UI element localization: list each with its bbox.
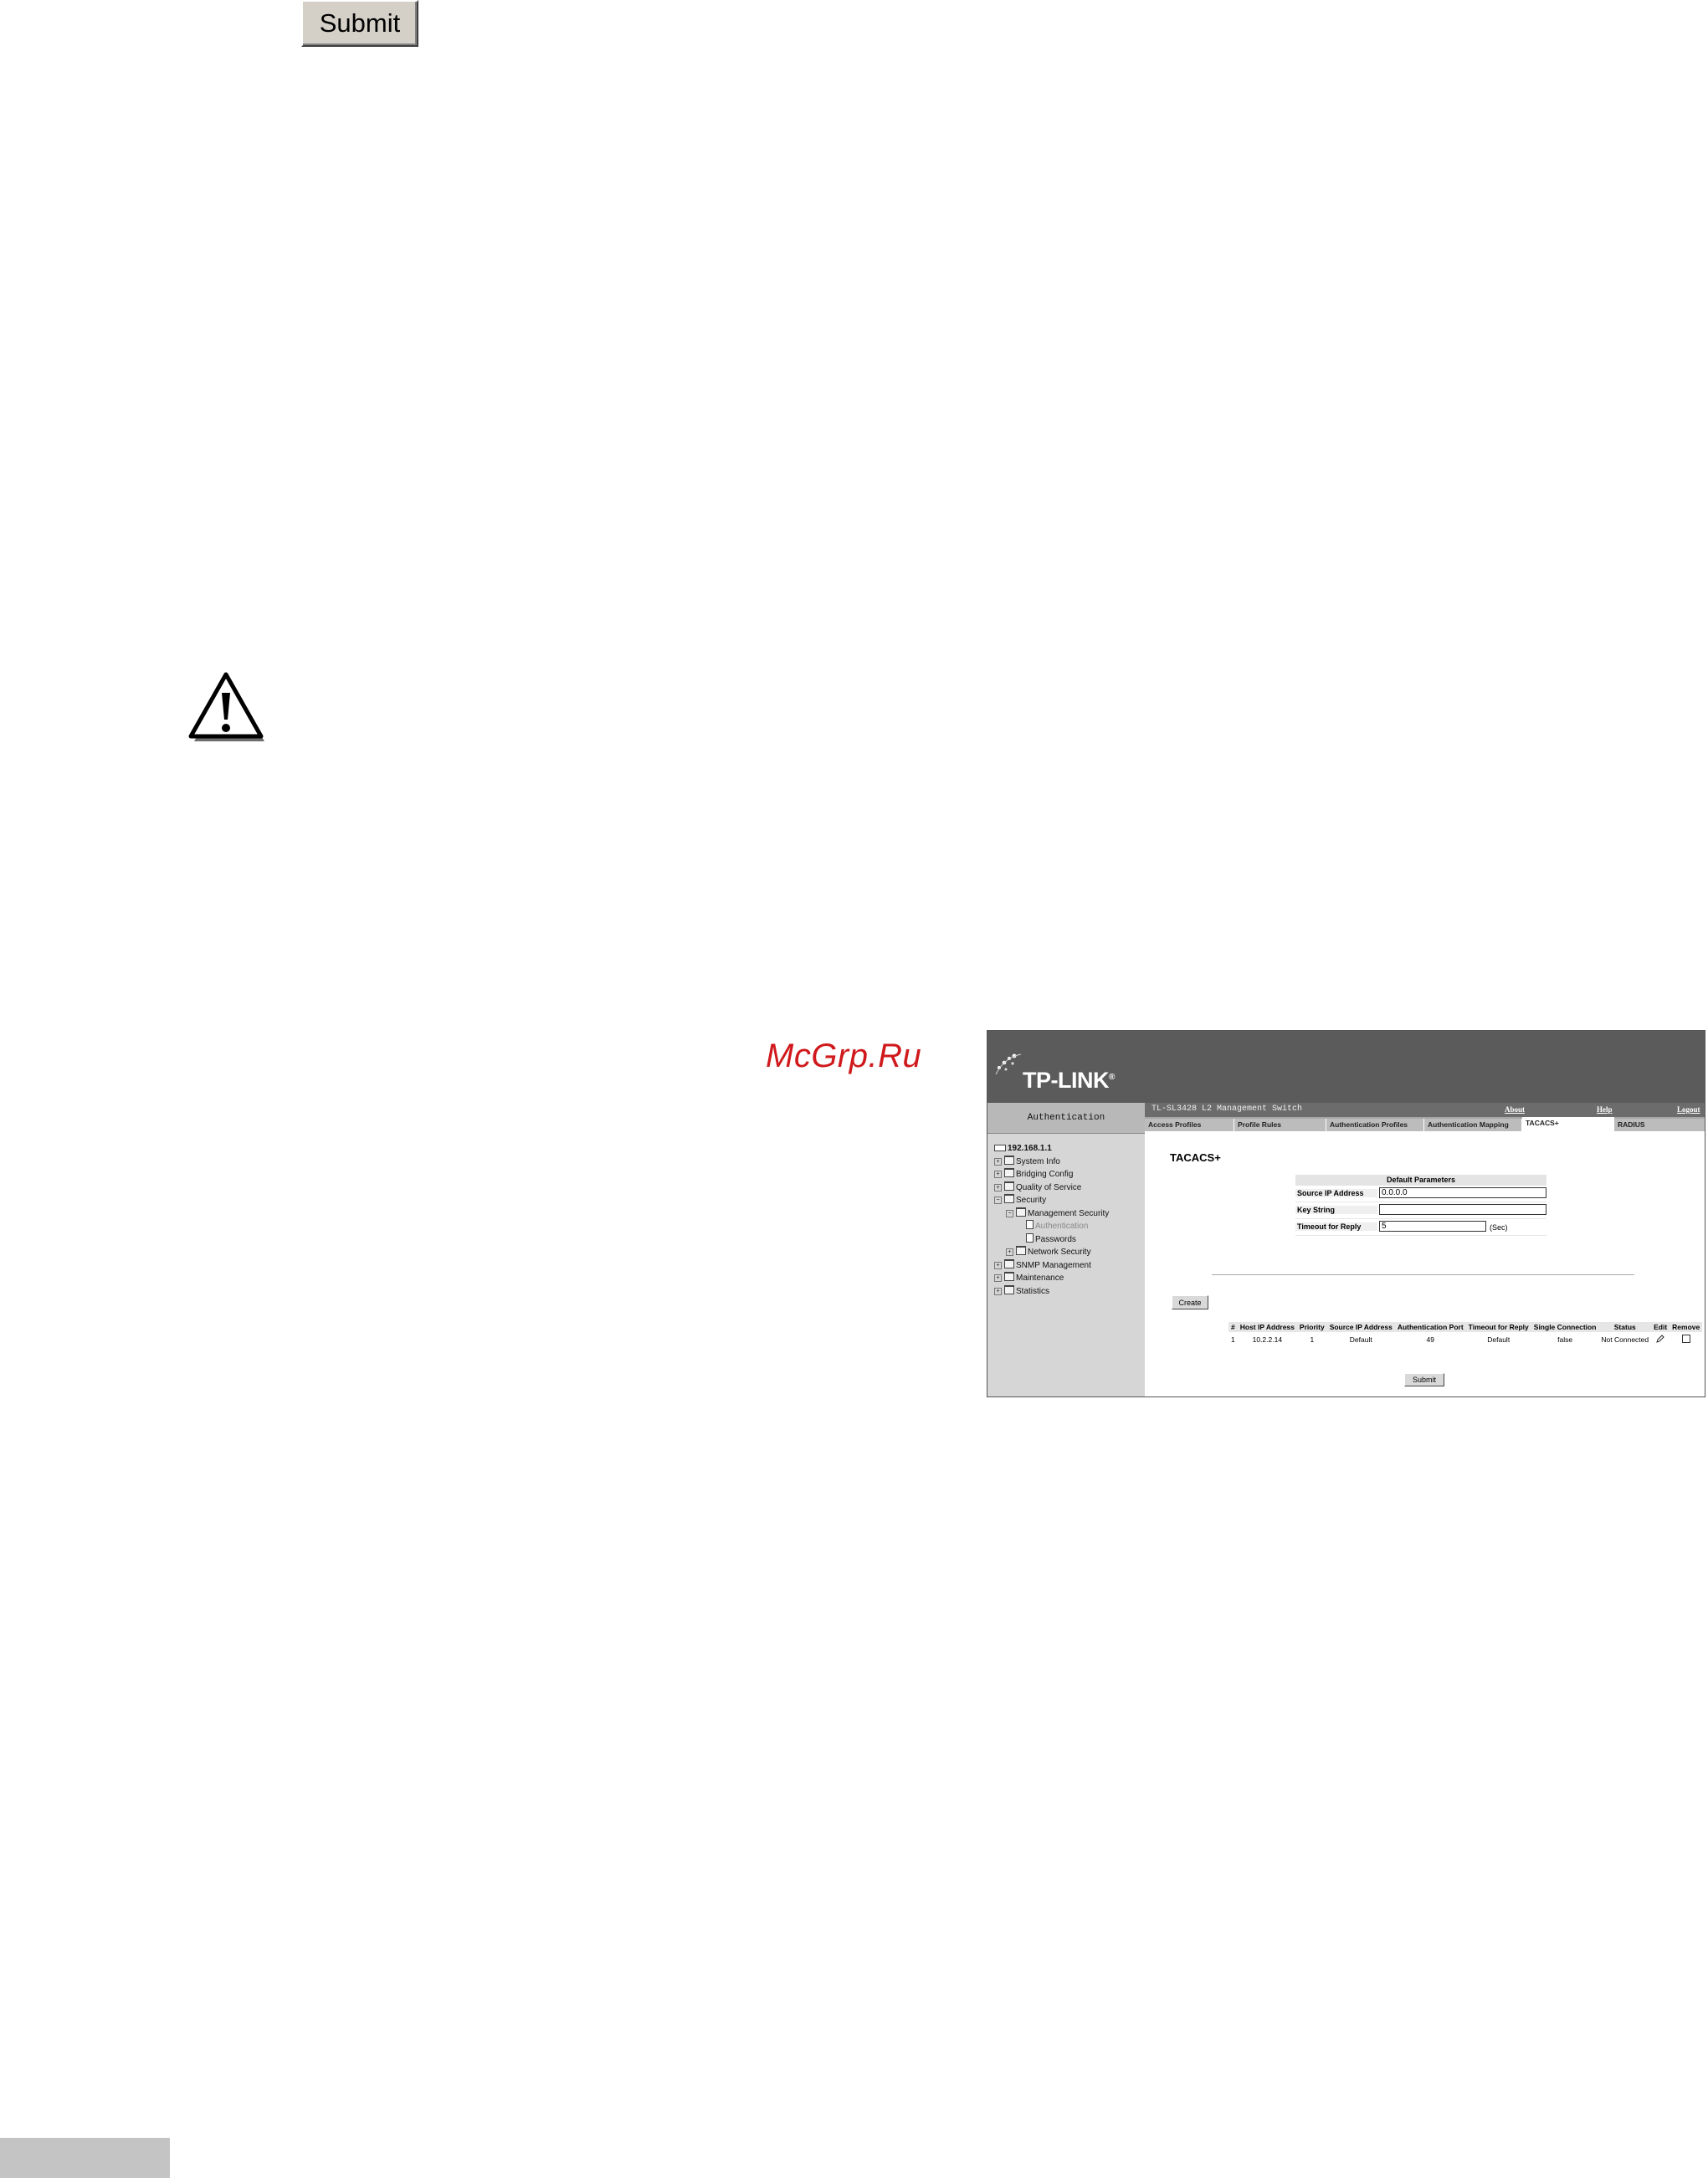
- cell-single: false: [1557, 1335, 1573, 1344]
- device-icon: [994, 1145, 1006, 1151]
- about-link[interactable]: About: [1505, 1105, 1525, 1114]
- expand-icon: +: [994, 1183, 1002, 1191]
- expand-icon: +: [994, 1274, 1002, 1282]
- page-icon: [1026, 1220, 1034, 1229]
- cell-status: Not Connected: [1601, 1335, 1649, 1344]
- tacacs-servers-table: # Host IP Address Priority Source IP Add…: [1228, 1322, 1703, 1347]
- tree-item-network-security[interactable]: + Network Security: [994, 1246, 1109, 1259]
- col-header: Host IP Address: [1237, 1322, 1297, 1332]
- expand-icon: +: [994, 1171, 1002, 1178]
- key-string-label: Key String: [1295, 1206, 1377, 1214]
- folder-icon: [1004, 1168, 1014, 1177]
- expand-icon: +: [994, 1157, 1002, 1166]
- tree-item-security[interactable]: − Security: [994, 1194, 1109, 1207]
- sidebar-title: Authentication: [987, 1103, 1145, 1134]
- folder-icon: [1004, 1272, 1014, 1281]
- tp-link-logo: TP-LINK®: [1023, 1068, 1115, 1093]
- expand-icon: +: [1006, 1248, 1013, 1256]
- footer-bar: [0, 2138, 170, 2178]
- tree-root[interactable]: 192.168.1.1: [994, 1143, 1109, 1156]
- col-header: Single Connection: [1531, 1322, 1599, 1332]
- table-row: 1 10.2.2.14 1 Default 49 Default false N…: [1228, 1332, 1702, 1347]
- watermark: McGrp.Ru: [766, 1038, 922, 1074]
- create-button[interactable]: Create: [1172, 1295, 1208, 1309]
- tree-item-system-info[interactable]: + System Info: [994, 1155, 1109, 1169]
- page-icon: [1026, 1232, 1034, 1243]
- cell-port: 49: [1426, 1335, 1434, 1344]
- tab-profile-rules[interactable]: Profile Rules: [1234, 1119, 1326, 1131]
- folder-open-icon: [1004, 1194, 1014, 1203]
- folder-open-icon: [1016, 1207, 1026, 1217]
- folder-icon: [1004, 1155, 1014, 1165]
- navigation-tree: 192.168.1.1 + System Info + Bridging Confi…: [994, 1143, 1109, 1298]
- col-header: Authentication Port: [1394, 1322, 1466, 1332]
- switch-web-ui-screenshot: TP-LINK® Authentication TL-SL3428 L2 Man…: [987, 1030, 1705, 1397]
- cell-priority: 1: [1310, 1335, 1315, 1344]
- expand-icon: +: [994, 1287, 1002, 1295]
- default-parameters-header: Default Parameters: [1295, 1175, 1546, 1186]
- edit-icon[interactable]: [1651, 1332, 1670, 1347]
- tab-radius[interactable]: RADIUS: [1614, 1119, 1705, 1131]
- cell-timeout: Default: [1487, 1335, 1511, 1344]
- submit-button[interactable]: Submit: [301, 0, 418, 47]
- folder-icon: [1016, 1246, 1026, 1255]
- col-header: #: [1228, 1322, 1238, 1332]
- tree-item-authentication[interactable]: Authentication: [994, 1220, 1109, 1233]
- main-content: TACACS+ Default Parameters Source IP Add…: [1145, 1131, 1705, 1396]
- source-ip-input[interactable]: [1379, 1187, 1546, 1198]
- timeout-unit: (Sec): [1490, 1223, 1508, 1232]
- tab-tacacs[interactable]: TACACS+: [1522, 1117, 1614, 1131]
- tab-access-profiles[interactable]: Access Profiles: [1145, 1119, 1234, 1131]
- cell-host: 10.2.2.14: [1252, 1335, 1283, 1344]
- help-link[interactable]: Help: [1597, 1105, 1613, 1114]
- tab-bar: Access Profiles Profile Rules Authentica…: [1145, 1117, 1705, 1131]
- col-header: Edit: [1651, 1322, 1670, 1332]
- tree-item-statistics[interactable]: + Statistics: [994, 1284, 1109, 1299]
- tree-item-passwords[interactable]: Passwords: [994, 1232, 1109, 1247]
- collapse-icon: −: [994, 1197, 1002, 1204]
- folder-icon: [1004, 1284, 1014, 1294]
- col-header: Remove: [1670, 1322, 1703, 1332]
- tree-item-management-security[interactable]: − Management Security: [994, 1207, 1109, 1221]
- source-ip-label: Source IP Address: [1295, 1189, 1377, 1197]
- logo-dots-icon: [995, 1053, 1022, 1075]
- default-parameters-table: Default Parameters Source IP Address Key…: [1295, 1175, 1546, 1236]
- remove-cell: [1670, 1332, 1702, 1347]
- warning-icon: [188, 672, 264, 741]
- model-name: TL-SL3428 L2 Management Switch: [1151, 1104, 1303, 1114]
- divider: [1212, 1274, 1634, 1275]
- tab-authentication-profiles[interactable]: Authentication Profiles: [1326, 1119, 1424, 1131]
- pencil-icon: [1656, 1335, 1664, 1343]
- tree-item-bridging-config[interactable]: + Bridging Config: [994, 1168, 1109, 1181]
- col-header: Timeout for Reply: [1465, 1322, 1531, 1332]
- tree-item-snmp-management[interactable]: + SNMP Management: [994, 1258, 1109, 1273]
- timeout-input[interactable]: [1379, 1221, 1486, 1232]
- remove-checkbox[interactable]: [1681, 1335, 1690, 1343]
- tree-item-maintenance[interactable]: + Maintenance: [994, 1272, 1109, 1285]
- tree-item-quality-of-service[interactable]: + Quality of Service: [994, 1181, 1109, 1195]
- cell-num: 1: [1231, 1335, 1235, 1344]
- page-title: TACACS+: [1170, 1151, 1221, 1164]
- folder-icon: [1004, 1258, 1014, 1268]
- submit-button-inner[interactable]: Submit: [1404, 1373, 1444, 1386]
- col-header: Source IP Address: [1326, 1322, 1395, 1332]
- col-header: Priority: [1296, 1322, 1327, 1332]
- key-string-input[interactable]: [1379, 1204, 1546, 1215]
- model-bar: TL-SL3428 L2 Management Switch About Hel…: [1145, 1103, 1705, 1117]
- collapse-icon: −: [1006, 1209, 1013, 1217]
- header-banner: TP-LINK®: [987, 1031, 1705, 1103]
- tab-authentication-mapping[interactable]: Authentication Mapping: [1424, 1119, 1522, 1131]
- folder-icon: [1004, 1181, 1014, 1191]
- logout-link[interactable]: Logout: [1677, 1105, 1700, 1114]
- expand-icon: +: [994, 1261, 1002, 1269]
- col-header: Status: [1598, 1322, 1652, 1332]
- timeout-label: Timeout for Reply: [1295, 1222, 1377, 1231]
- cell-source: Default: [1349, 1335, 1372, 1344]
